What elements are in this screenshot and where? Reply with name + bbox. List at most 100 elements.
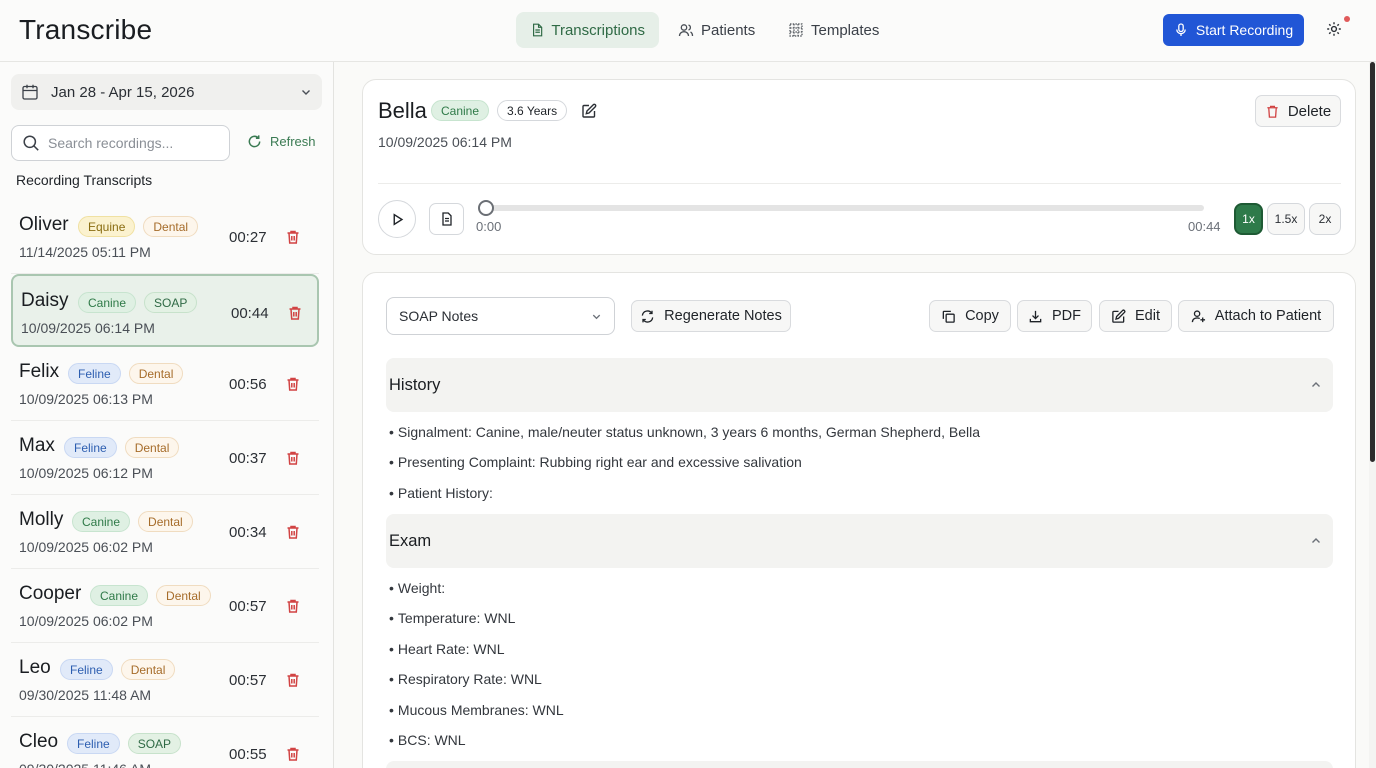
chevron-down-icon [302,90,310,95]
transcript-toggle-button[interactable] [429,203,464,235]
attach-to-patient-button[interactable]: Attach to Patient [1178,300,1334,332]
recording-item[interactable]: Cleo Feline SOAP 09/30/2025 11:46 AM 00:55 [11,717,319,768]
recording-item[interactable]: Oliver Equine Dental 11/14/2025 05:11 PM 00:… [11,200,319,274]
history-line: • Patient History: [389,485,493,501]
chevron-up-icon [1312,538,1320,543]
document-icon [441,212,452,226]
chevron-down-icon [592,314,601,319]
trash-icon[interactable] [285,524,301,540]
exam-line-text: Temperature: WNL [397,610,516,626]
document-icon [533,23,543,37]
recording-item[interactable]: Daisy Canine SOAP 10/09/2025 06:14 PM 00:44 [11,274,319,347]
trash-icon[interactable] [285,746,301,762]
regenerate-notes-button[interactable]: Regenerate Notes [631,300,791,332]
exam-line-text: Heart Rate: WNL [397,641,505,657]
exam-line: • Mucous Membranes: WNL [389,702,564,718]
recording-date: 11/14/2025 05:11 PM [19,244,151,260]
notes-card: SOAP Notes Regenerate Notes Copy PDF Edi… [362,272,1356,768]
trash-icon[interactable] [285,229,301,245]
nav-patients[interactable]: Patients [664,12,769,48]
trash-icon[interactable] [285,376,301,392]
nav-transcriptions[interactable]: Transcriptions [516,12,659,48]
current-time: 0:00 [476,219,502,234]
feline-badge: Feline [60,659,113,680]
total-time: 00:44 [1188,219,1221,234]
user-plus-icon [1191,309,1205,322]
history-line: • Presenting Complaint: Rubbing right ear… [389,454,802,470]
exam-section-header[interactable]: Exam [386,514,1333,568]
delete-button[interactable]: Delete [1255,95,1341,127]
patient-tags: Canine 3.6 Years [431,100,597,121]
patient-name: Bella [378,98,427,123]
attach-to-patient-label: Attach to Patient [1214,308,1322,324]
recording-detail-card: Bella Canine 3.6 Years 10/09/2025 06:14 … [362,79,1356,255]
dental-badge: Dental [143,216,199,237]
speed-1x-button[interactable]: 1x [1234,203,1263,235]
refresh-label: Refresh [270,134,316,149]
pdf-button[interactable]: PDF [1017,300,1092,332]
grid-icon [789,23,803,37]
date-range-picker[interactable]: Jan 28 - Apr 15, 2026 [11,74,322,110]
recording-duration: 00:34 [229,524,267,541]
regenerate-notes-label: Regenerate Notes [664,308,782,324]
trash-icon[interactable] [285,672,301,688]
edit-notes-button[interactable]: Edit [1099,300,1172,332]
users-icon [678,24,694,37]
recording-tags: Feline Dental [60,659,176,680]
trash-icon[interactable] [287,305,303,321]
recording-item[interactable]: Leo Feline Dental 09/30/2025 11:48 AM 00:57 [11,643,319,717]
top-bar: Transcribe Transcriptions Patients Templ… [0,0,1376,62]
regenerate-icon [641,309,654,323]
exam-line: • Temperature: WNL [389,610,516,626]
next-section-header[interactable] [386,761,1333,768]
recording-item[interactable]: Max Feline Dental 10/09/2025 06:12 PM 00:37 [11,421,319,495]
exam-line: • Respiratory Rate: WNL [389,671,542,687]
recording-item[interactable]: Cooper Canine Dental 10/09/2025 06:02 PM 00:… [11,569,319,643]
recording-datetime: 10/09/2025 06:14 PM [378,134,512,150]
recording-duration: 00:37 [229,450,267,467]
recording-patient-name: Daisy [21,290,69,311]
speed-2x-button[interactable]: 2x [1309,203,1341,235]
download-icon [1029,310,1042,322]
recording-item[interactable]: Felix Feline Dental 10/09/2025 06:13 PM 00:5… [11,347,319,421]
recording-item[interactable]: Molly Canine Dental 10/09/2025 06:02 PM 00:3… [11,495,319,569]
search-icon [23,135,39,151]
recording-date: 10/09/2025 06:02 PM [19,613,153,629]
audio-scrubber-handle[interactable] [478,200,494,216]
audio-progress-track[interactable] [478,200,1204,216]
notification-dot [1344,16,1350,22]
recording-tags: Feline SOAP [67,733,182,754]
recording-patient-name: Molly [19,509,64,530]
recording-duration: 00:55 [229,746,267,763]
trash-icon [1267,105,1278,118]
play-button[interactable] [378,200,416,238]
start-recording-button[interactable]: Start Recording [1163,14,1304,46]
recording-date: 10/09/2025 06:13 PM [19,391,153,407]
pdf-label: PDF [1052,308,1081,324]
nav-templates[interactable]: Templates [774,12,893,48]
notes-template-select[interactable]: SOAP Notes [386,297,615,335]
recording-date: 09/30/2025 11:46 AM [19,761,151,768]
settings-gear-icon[interactable] [1325,20,1343,38]
exam-line-text: Weight: [397,580,446,596]
history-section-header[interactable]: History [386,358,1333,412]
speed-1-5x-button[interactable]: 1.5x [1267,203,1305,235]
trash-icon[interactable] [285,450,301,466]
trash-icon[interactable] [285,598,301,614]
calendar-icon [22,84,38,100]
edit-icon [1112,309,1126,323]
microphone-icon [1176,23,1186,36]
start-recording-label: Start Recording [1195,22,1294,38]
recording-tags: Canine SOAP [78,292,198,313]
canine-badge: Canine [90,585,149,606]
play-icon [393,212,403,226]
edit-pencil-icon[interactable] [581,103,597,119]
search-input[interactable] [48,135,218,151]
copy-button[interactable]: Copy [929,300,1011,332]
recording-patient-name: Cooper [19,583,82,604]
edit-label: Edit [1135,308,1160,324]
exam-line: • BCS: WNL [389,732,466,748]
refresh-button[interactable]: Refresh [247,134,316,149]
scrollbar-thumb[interactable] [1370,62,1375,462]
recording-patient-name: Felix [19,361,60,382]
